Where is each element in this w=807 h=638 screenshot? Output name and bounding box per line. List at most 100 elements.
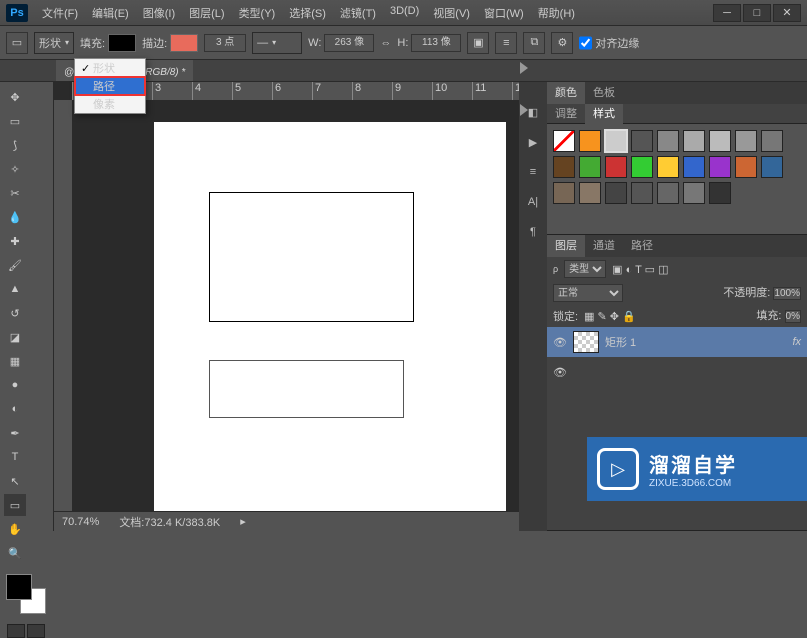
layer-kind-select[interactable]: 类型 [564,260,606,278]
stroke-swatch[interactable] [170,34,198,52]
blend-mode-select[interactable]: 正常 [553,284,623,302]
style-swatch[interactable] [579,182,601,204]
menu-select[interactable]: 选择(S) [283,2,332,24]
stroke-style-dropdown[interactable]: —▾ [252,32,302,54]
rectangle-tool[interactable]: ▭ [4,494,26,516]
style-swatch[interactable] [553,156,575,178]
path-select-tool[interactable]: ↖ [4,470,26,492]
tab-styles[interactable]: 样式 [585,104,623,124]
menu-image[interactable]: 图像(I) [137,2,181,24]
shape-rectangle-2[interactable] [209,360,404,418]
style-swatch[interactable] [631,182,653,204]
layer-row-selected[interactable]: 👁 矩形 1 fx [547,327,807,357]
visibility-icon[interactable]: 👁 [553,336,567,349]
tool-preset-icon[interactable]: ▭ [6,32,28,54]
minimize-button[interactable]: ─ [713,4,741,22]
style-swatch[interactable] [683,156,705,178]
arrange-icon[interactable]: ⧉ [523,32,545,54]
menu-type[interactable]: 类型(Y) [233,2,282,24]
style-swatch[interactable] [657,156,679,178]
lock-icons[interactable]: ▦ ✎ ✥ 🔒 [584,310,636,323]
eraser-tool[interactable]: ◪ [4,326,26,348]
fill-swatch[interactable] [108,34,136,52]
gradient-tool[interactable]: ▦ [4,350,26,372]
style-swatch[interactable] [709,156,731,178]
wand-tool[interactable]: ✧ [4,158,26,180]
marquee-tool[interactable]: ▭ [4,110,26,132]
style-swatch[interactable] [709,182,731,204]
menu-layer[interactable]: 图层(L) [183,2,230,24]
style-swatch[interactable] [631,156,653,178]
style-swatch[interactable] [631,130,653,152]
tab-swatches[interactable]: 色板 [585,82,623,104]
history-brush-tool[interactable]: ↺ [4,302,26,324]
menu-file[interactable]: 文件(F) [36,2,84,24]
fx-badge[interactable]: fx [792,336,801,348]
shape-mode-dropdown[interactable]: 形状 ▾ [34,32,74,54]
layer-name[interactable]: 矩形 1 [605,334,636,350]
shape-mode-path[interactable]: 路径 [75,77,145,95]
blur-tool[interactable]: ● [4,374,26,396]
canvas[interactable] [154,122,506,522]
style-swatch[interactable] [761,156,783,178]
foreground-background-colors[interactable] [4,572,48,616]
lasso-tool[interactable]: ⟆ [4,134,26,156]
menu-3d[interactable]: 3D(D) [384,2,425,24]
menu-edit[interactable]: 编辑(E) [86,2,135,24]
style-swatch[interactable] [761,130,783,152]
style-swatch[interactable] [605,130,627,152]
menu-filter[interactable]: 滤镜(T) [334,2,382,24]
style-swatch[interactable] [605,156,627,178]
status-arrow-icon[interactable]: ▸ [240,515,246,528]
expand-arrow-icon[interactable] [520,62,528,74]
close-button[interactable]: ✕ [773,4,801,22]
style-swatch[interactable] [735,156,757,178]
foreground-color[interactable] [6,574,32,600]
menu-view[interactable]: 视图(V) [427,2,476,24]
maximize-button[interactable]: □ [743,4,771,22]
move-tool[interactable]: ✥ [4,86,26,108]
heal-tool[interactable]: ✚ [4,230,26,252]
hand-tool[interactable]: ✋ [4,518,26,540]
tab-adjustments[interactable]: 调整 [547,104,585,124]
brush-tool[interactable]: 🖌 [4,254,26,276]
layer-row[interactable]: 👁 [547,357,807,387]
tab-layers[interactable]: 图层 [547,235,585,257]
gear-icon[interactable]: ⚙ [551,32,573,54]
style-swatch[interactable] [735,130,757,152]
tab-paths[interactable]: 路径 [623,235,661,257]
style-swatch[interactable] [683,182,705,204]
style-swatch[interactable] [553,182,575,204]
opacity-field[interactable]: 100% [773,287,801,300]
style-swatch[interactable] [579,130,601,152]
quickmask-mode-icon[interactable] [27,624,45,638]
style-swatch[interactable] [657,130,679,152]
fill-opacity-field[interactable]: 0% [785,310,801,323]
style-swatch[interactable] [709,130,731,152]
tab-channels[interactable]: 通道 [585,235,623,257]
path-ops-icon[interactable]: ▣ [467,32,489,54]
paragraph-icon[interactable]: ¶ [523,222,543,242]
align-icon[interactable]: ≡ [495,32,517,54]
standard-mode-icon[interactable] [7,624,25,638]
link-wh-icon[interactable]: ⇔ [380,37,391,49]
zoom-tool[interactable]: 🔍 [4,542,26,564]
width-field[interactable]: 263 像 [324,34,374,52]
stroke-width-field[interactable]: 3 点 [204,34,246,52]
crop-tool[interactable]: ✂ [4,182,26,204]
zoom-level[interactable]: 70.74% [62,516,99,528]
stamp-tool[interactable]: ▲ [4,278,26,300]
style-swatch[interactable] [579,156,601,178]
eyedropper-tool[interactable]: 💧 [4,206,26,228]
type-tool[interactable]: T [4,446,26,468]
shape-rectangle-1[interactable] [209,192,414,322]
layer-thumbnail[interactable] [573,331,599,353]
shape-mode-pixels[interactable]: 像素 [75,95,145,113]
character-icon[interactable]: A| [523,192,543,212]
visibility-icon[interactable]: 👁 [553,366,567,379]
tab-color[interactable]: 颜色 [547,82,585,104]
dodge-tool[interactable]: ◐ [4,398,26,420]
shape-mode-shape[interactable]: ✓ 形状 [75,59,145,77]
align-edges-checkbox[interactable]: 对齐边缘 [579,34,639,52]
pen-tool[interactable]: ✒ [4,422,26,444]
